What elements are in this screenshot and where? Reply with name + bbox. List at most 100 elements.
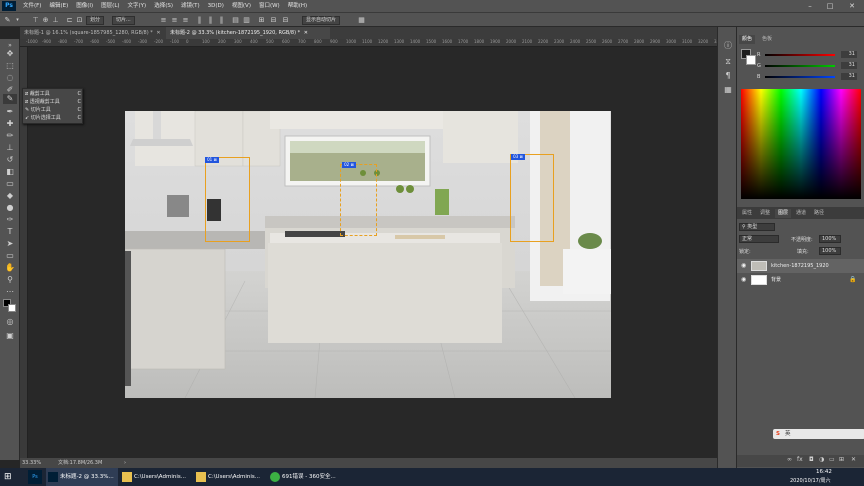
stamp-tool-icon[interactable]: ⊥ <box>3 143 17 153</box>
tab-swatches[interactable]: 色板 <box>759 35 775 44</box>
close-button[interactable]: ✕ <box>842 0 862 12</box>
menu-select[interactable]: 选择(S) <box>150 0 177 12</box>
lasso-tool-icon[interactable]: ◌ <box>3 73 17 83</box>
tab-properties[interactable]: 属性 <box>739 209 755 218</box>
eye-icon[interactable]: ◉ <box>741 273 746 287</box>
flyout-item-perspective-crop[interactable]: ⧄ 透视裁剪工具 C <box>25 98 82 106</box>
distribute-top-icon[interactable]: ≡ <box>160 16 167 24</box>
tab-document-1[interactable]: 未标题-1 @ 16.1% (square-1857985_1280, RGB/… <box>20 27 166 39</box>
eyedropper-tool-icon[interactable]: ✒ <box>3 107 17 117</box>
eraser-tool-icon[interactable]: ◧ <box>3 167 17 177</box>
taskbar-item-explorer-1[interactable]: C:\Users\Adminis... <box>120 468 192 486</box>
tab-layers[interactable]: 图层 <box>775 209 792 218</box>
folder-icon[interactable]: ▭ <box>829 456 835 463</box>
menu-edit[interactable]: 编辑(E) <box>45 0 72 12</box>
history-brush-icon[interactable]: ↺ <box>3 155 17 165</box>
taskbar-item-360[interactable]: 691错误 - 360安全... <box>268 468 340 486</box>
move-tool-icon[interactable]: ✥ <box>3 49 17 59</box>
taskbar-item-explorer-2[interactable]: C:\Users\Adminis... <box>194 468 266 486</box>
blur-tool-icon[interactable]: ◆ <box>3 191 17 201</box>
clock-date[interactable]: 2020/10/17/周六 <box>790 477 831 484</box>
kitchen-photo[interactable]: 01 ⊠ 02 ⊠ 03 ⊠ <box>125 111 611 398</box>
link-icon[interactable]: ∞ <box>787 456 792 463</box>
hide-auto-icon[interactable]: ⊞ <box>258 16 265 24</box>
shape-tool-icon[interactable]: ▭ <box>3 251 17 261</box>
layer-row-kitchen[interactable]: ◉ kitchen-1872195_1920 <box>737 259 864 273</box>
distribute-bottom-icon[interactable]: ≡ <box>182 16 189 24</box>
slice-options-icon[interactable]: ⊟ <box>270 16 277 24</box>
hide-auto-slices-icon[interactable]: ▦ <box>358 16 365 24</box>
align-bottom-icon[interactable]: ⊥ <box>52 16 59 24</box>
menu-view[interactable]: 视图(V) <box>228 0 255 12</box>
ime-mode-label[interactable]: 英 <box>785 429 791 439</box>
slider-r-track[interactable] <box>765 54 835 56</box>
taskbar-item-photoshop[interactable]: 未标题-2 @ 33.3%... <box>46 468 118 486</box>
slider-g-track[interactable] <box>765 65 835 67</box>
opacity-input[interactable]: 100% <box>819 235 841 243</box>
tab-paths[interactable]: 路径 <box>811 209 827 218</box>
swatches-icon[interactable]: ▦ <box>721 85 735 95</box>
ime-toolbar[interactable]: S 英 <box>773 429 864 439</box>
tab-color[interactable]: 颜色 <box>739 35 756 44</box>
adjustment-icon[interactable]: ◑ <box>819 456 824 463</box>
quick-mask-icon[interactable]: ◎ <box>3 317 17 327</box>
tab-adjustments[interactable]: 调整 <box>757 209 773 218</box>
screen-mode-icon[interactable]: ▣ <box>3 331 17 341</box>
slice-tool-icon[interactable]: ✎ <box>3 94 17 104</box>
color-spectrum[interactable] <box>741 89 861 199</box>
flyout-item-slice-select[interactable]: ➹ 切片选择工具 C <box>25 114 82 122</box>
align-left-icon[interactable]: ⊏ <box>66 16 73 24</box>
slice-options-2-icon[interactable]: ⊟ <box>282 16 289 24</box>
slider-b[interactable]: B 31 <box>757 73 860 81</box>
slider-g[interactable]: G 31 <box>757 62 860 70</box>
photoshop-taskbar-icon[interactable]: Ps <box>28 470 42 484</box>
divide-button[interactable]: 划分 <box>86 16 105 25</box>
clock-time[interactable]: 16:42 <box>816 469 832 475</box>
menu-image[interactable]: 图像(I) <box>72 0 97 12</box>
minimize-button[interactable]: – <box>800 0 820 12</box>
path-select-tool-icon[interactable]: ➤ <box>3 239 17 249</box>
slice-box-02[interactable] <box>340 164 377 236</box>
fill-input[interactable]: 100% <box>819 247 841 255</box>
gradient-tool-icon[interactable]: ▭ <box>3 179 17 189</box>
chevron-down-icon[interactable]: ▾ <box>14 16 21 24</box>
maximize-button[interactable]: □ <box>820 0 840 12</box>
align-middle-icon[interactable]: ⊕ <box>42 16 49 24</box>
pen-tool-icon[interactable]: ✑ <box>3 215 17 225</box>
marquee-tool-icon[interactable]: ⬚ <box>3 61 17 71</box>
tab-document-2[interactable]: 未标题-2 @ 33.3% (kitchen-1872195_1920, RGB… <box>166 27 330 39</box>
background-color-swatch[interactable] <box>8 304 16 312</box>
fx-icon[interactable]: fx <box>797 456 803 463</box>
distribute-right-icon[interactable]: ‖ <box>218 16 225 24</box>
type-tool-icon[interactable]: T <box>3 227 17 237</box>
windows-start-icon[interactable]: ⊞ <box>4 472 14 482</box>
zoom-level[interactable]: 33.33% <box>22 458 41 468</box>
menu-window[interactable]: 窗口(W) <box>255 0 284 12</box>
slice-from-select[interactable]: 切片... <box>112 16 135 25</box>
info-icon[interactable]: ⓘ <box>721 41 735 51</box>
paragraph-icon[interactable]: ¶ <box>721 71 735 81</box>
status-arrow[interactable]: › <box>124 458 126 468</box>
healing-tool-icon[interactable]: ✚ <box>3 119 17 129</box>
close-icon[interactable]: ✕ <box>304 30 308 36</box>
tab-channels[interactable]: 通道 <box>793 209 809 218</box>
distribute-vcenter-icon[interactable]: ≡ <box>171 16 178 24</box>
slider-b-track[interactable] <box>765 76 835 78</box>
layer-name[interactable]: kitchen-1872195_1920 <box>771 259 829 273</box>
blend-mode-select[interactable]: 正常 <box>739 235 779 243</box>
trash-icon[interactable]: ✕ <box>851 456 856 463</box>
menu-layer[interactable]: 图层(L) <box>97 0 123 12</box>
menu-file[interactable]: 文件(F) <box>19 0 45 12</box>
background-swatch[interactable] <box>746 55 756 65</box>
align-slices-2-icon[interactable]: ▥ <box>243 16 250 24</box>
distribute-hcenter-icon[interactable]: ‖ <box>207 16 214 24</box>
history-icon[interactable]: ⧖ <box>721 57 735 67</box>
layer-row-background[interactable]: ◉ 背景 🔒 <box>737 273 864 287</box>
distribute-left-icon[interactable]: ‖ <box>196 16 203 24</box>
slice-box-03[interactable] <box>510 154 554 242</box>
more-tools-icon[interactable]: ⋯ <box>3 287 17 297</box>
menu-type[interactable]: 文字(Y) <box>124 0 151 12</box>
hand-tool-icon[interactable]: ✋ <box>3 263 17 273</box>
menu-3d[interactable]: 3D(D) <box>204 0 228 12</box>
dodge-tool-icon[interactable]: ● <box>3 203 17 213</box>
